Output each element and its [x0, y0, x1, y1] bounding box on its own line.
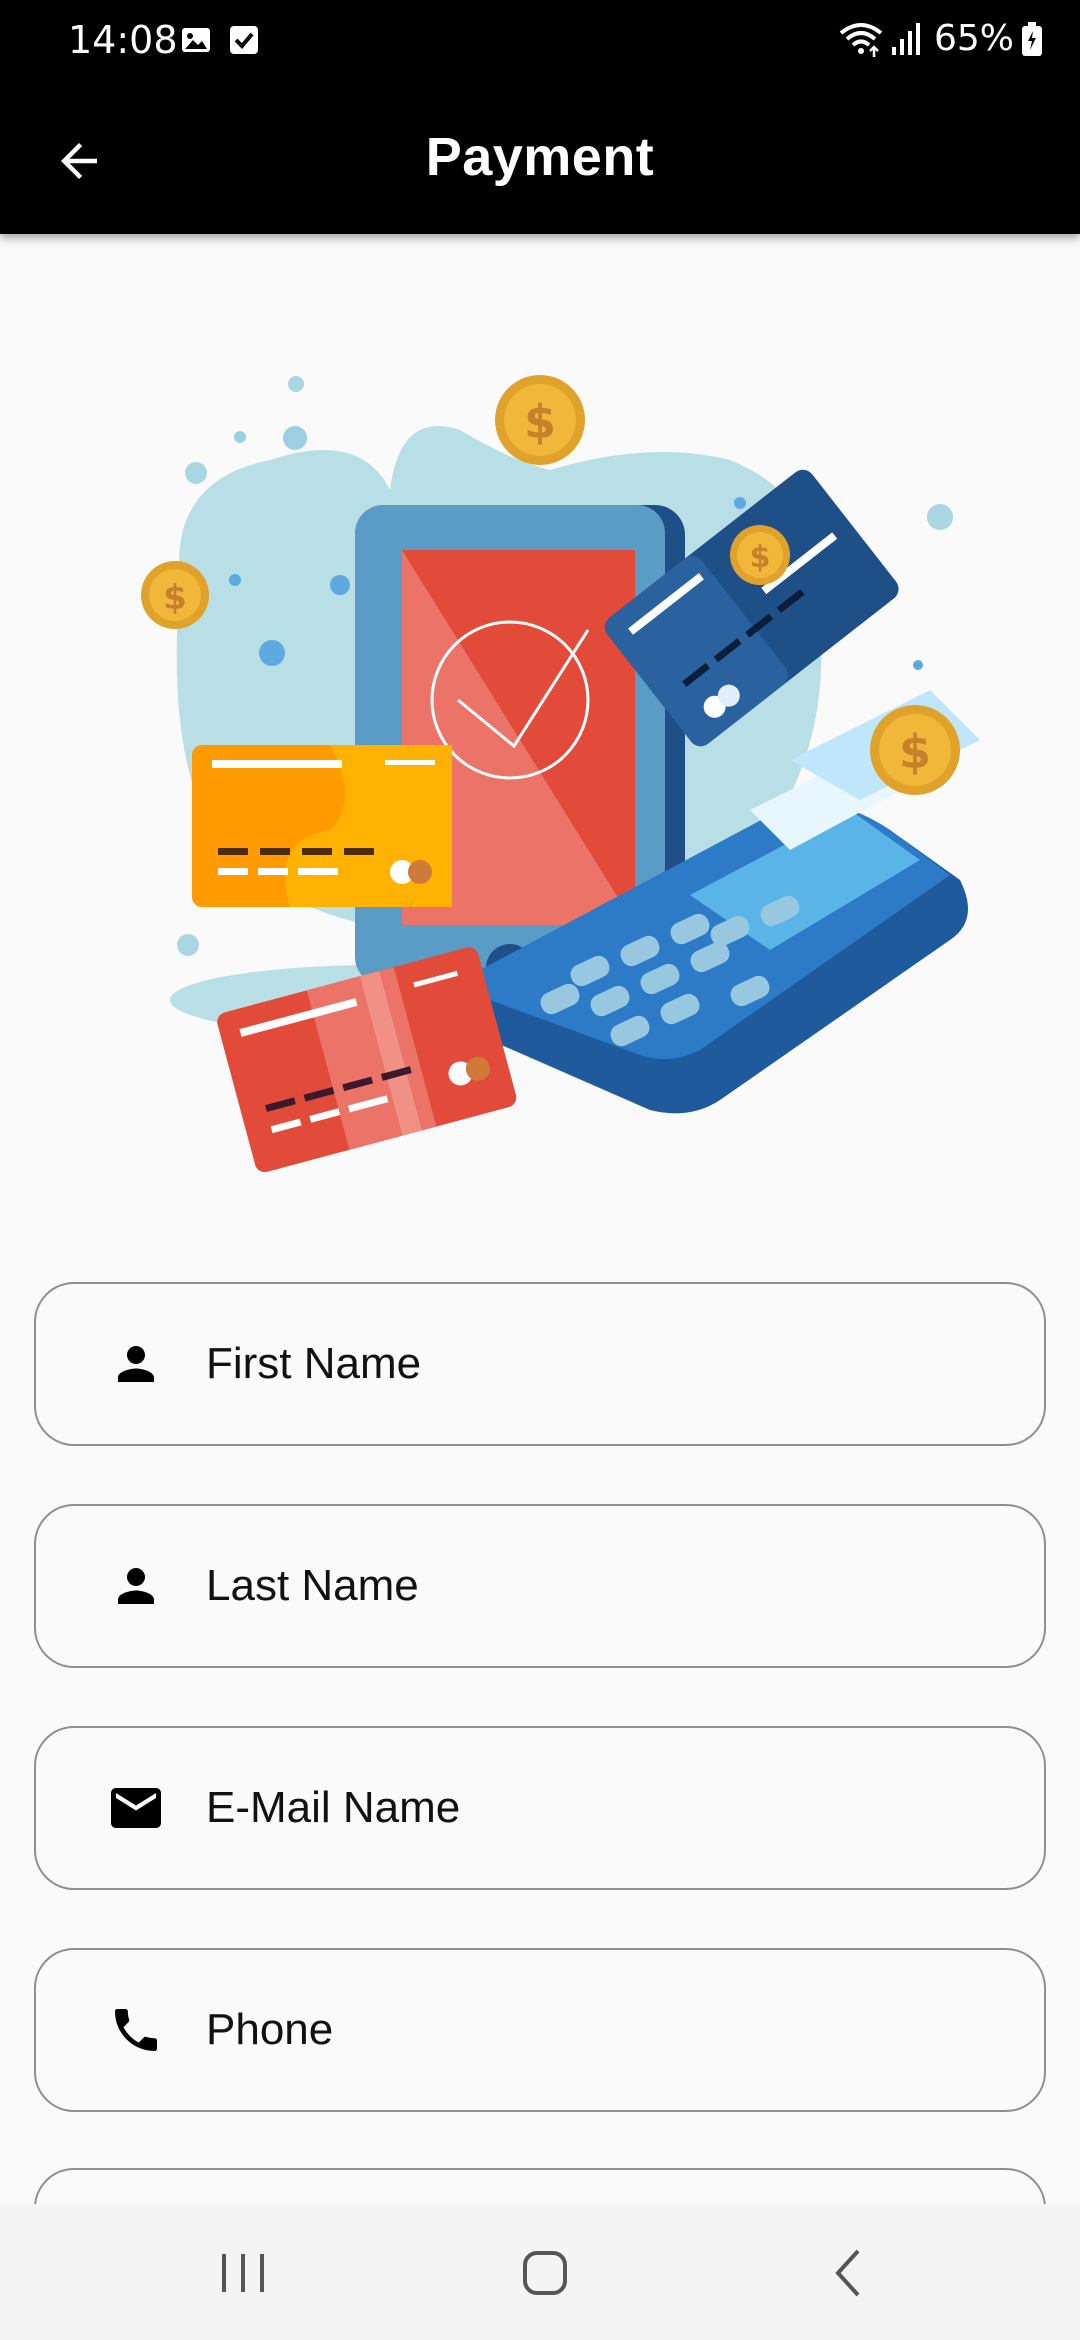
signal-icon	[891, 22, 920, 55]
first-name-input[interactable]	[206, 1284, 1006, 1444]
checkbox-icon	[230, 26, 258, 54]
wifi-icon	[839, 22, 883, 57]
battery-percentage: 65%	[933, 18, 1014, 59]
mail-icon	[106, 1778, 166, 1838]
home-icon	[523, 2251, 567, 2295]
svg-text:$: $	[163, 578, 187, 618]
status-time: 14:08	[68, 18, 178, 62]
status-right: 65%	[838, 18, 1044, 59]
system-back-button[interactable]	[808, 2240, 888, 2306]
email-field[interactable]	[34, 1726, 1046, 1890]
first-name-field[interactable]	[34, 1282, 1046, 1446]
phone-input[interactable]	[206, 1950, 1006, 2110]
page-title: Payment	[425, 127, 655, 187]
coin-icon: $	[495, 375, 585, 465]
email-input[interactable]	[206, 1728, 1006, 1888]
svg-text:$: $	[524, 395, 556, 449]
gallery-icon	[182, 28, 210, 52]
svg-text:$: $	[899, 725, 931, 779]
person-icon	[106, 1334, 166, 1394]
person-icon	[106, 1556, 166, 1616]
status-bar: 14:08 65%	[0, 0, 1080, 84]
phone-icon	[106, 2000, 166, 2060]
last-name-field[interactable]	[34, 1504, 1046, 1668]
battery-icon	[1022, 21, 1042, 56]
back-icon	[835, 2249, 860, 2297]
svg-text:$: $	[750, 540, 771, 575]
payment-illustration: $ $ $ $	[141, 375, 980, 1173]
recents-button[interactable]	[203, 2240, 283, 2306]
home-button[interactable]	[505, 2240, 585, 2306]
app-bar: Payment	[0, 84, 1080, 234]
system-nav-bar	[0, 2204, 1080, 2340]
phone-field[interactable]	[34, 1948, 1046, 2112]
last-name-input[interactable]	[206, 1506, 1006, 1666]
recents-icon	[222, 2254, 264, 2292]
